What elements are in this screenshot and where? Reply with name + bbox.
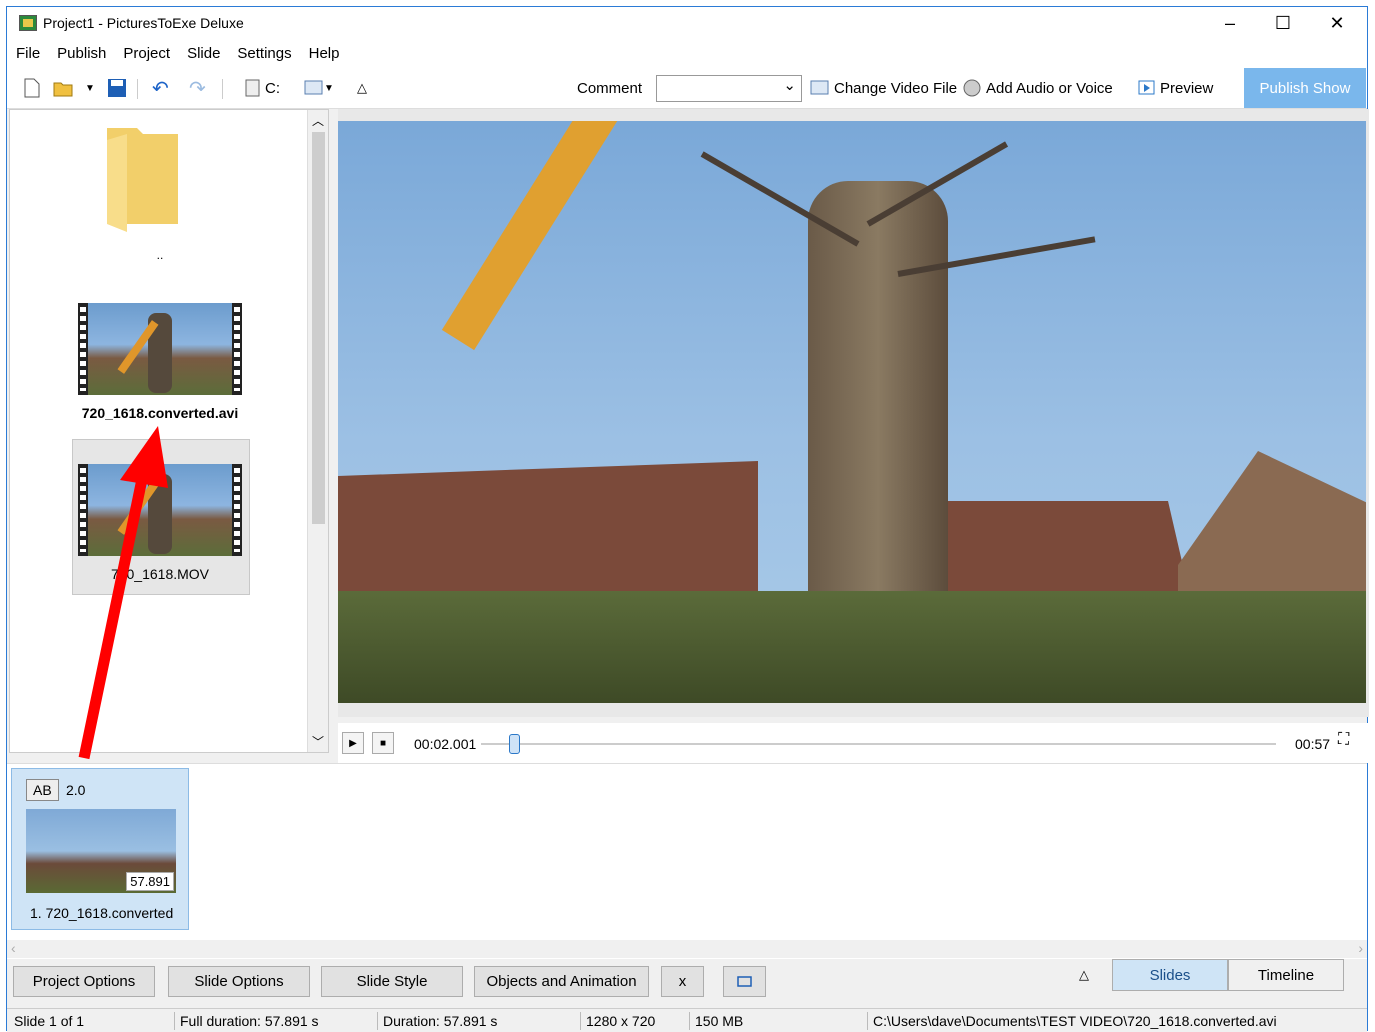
slide-list-scrollbar[interactable]: ‹ › (7, 940, 1367, 958)
slide-duration: 57.891 (126, 872, 174, 891)
slide-style-button[interactable]: Slide Style (321, 966, 463, 997)
view-mode-icon[interactable]: ▼ (304, 77, 334, 99)
toolbar: ▼ ↶ ↷ C: ▼ △ Comment Change Video File A… (7, 67, 1367, 109)
menu-publish[interactable]: Publish (57, 45, 106, 62)
preview-icon (1138, 80, 1155, 95)
preview-panel (338, 109, 1369, 717)
seek-track[interactable] (481, 743, 1276, 745)
close-button[interactable]: ✕ (1314, 7, 1360, 39)
drive-selector[interactable]: C: (245, 77, 280, 99)
menu-help[interactable]: Help (309, 45, 340, 62)
transition-icon[interactable]: AB (26, 779, 59, 801)
play-button[interactable]: ▶ (342, 732, 364, 754)
current-time: 00:02.001 (414, 736, 477, 752)
undo-icon[interactable]: ↶ (152, 77, 169, 100)
total-time: 00:57 (1295, 736, 1331, 752)
maximize-button[interactable]: ☐ (1260, 7, 1306, 39)
slide-thumbnail: 57.891 (26, 809, 176, 893)
tab-slides[interactable]: Slides (1112, 959, 1228, 991)
menu-file[interactable]: File (16, 45, 40, 62)
comment-dropdown[interactable] (656, 75, 802, 102)
status-path: C:\Users\dave\Documents\TEST VIDEO\720_1… (873, 1013, 1277, 1029)
menu-bar: File Publish Project Slide Settings Help (7, 39, 1367, 67)
tab-timeline[interactable]: Timeline (1228, 959, 1344, 991)
stop-button[interactable]: ■ (372, 732, 394, 754)
scroll-up-icon: ︿ (312, 114, 325, 128)
change-video-button[interactable]: Change Video File (810, 77, 957, 99)
close-x-button[interactable]: x (661, 966, 704, 997)
status-bar: Slide 1 of 1 Full duration: 57.891 s Dur… (7, 1008, 1367, 1032)
publish-show-button[interactable]: Publish Show (1244, 68, 1366, 108)
slide-options-button[interactable]: Slide Options (168, 966, 310, 997)
add-audio-button[interactable]: Add Audio or Voice (963, 77, 1113, 99)
menu-project[interactable]: Project (123, 45, 170, 62)
transition-duration: 2.0 (66, 782, 86, 798)
window-icon (736, 975, 752, 987)
seek-slider[interactable] (509, 734, 520, 754)
preview-button[interactable]: Preview (1138, 77, 1213, 99)
preview-image (338, 121, 1366, 703)
title-bar: Project1 - PicturesToExe Deluxe – ☐ ✕ (7, 7, 1367, 39)
player-controls: ▶ ■ 00:02.001 00:57 ⛶ (338, 723, 1369, 763)
folder-icon[interactable] (105, 124, 180, 232)
video-thumbnail (78, 464, 242, 556)
bottom-bar: Project Options Slide Options Slide Styl… (7, 959, 1367, 1009)
save-icon[interactable] (107, 77, 127, 99)
fullscreen-icon[interactable]: ⛶ (1338, 731, 1349, 749)
browser-scrollbar[interactable]: ︿ ﹀ (307, 110, 328, 752)
objects-animation-button[interactable]: Objects and Animation (474, 966, 649, 997)
video-thumbnail (78, 303, 242, 395)
file-name: 720_1618.converted.avi (81, 405, 239, 421)
menu-slide[interactable]: Slide (187, 45, 220, 62)
drive-label: C: (265, 79, 280, 97)
status-resolution: 1280 x 720 (586, 1013, 656, 1029)
status-slide: Slide 1 of 1 (14, 1013, 85, 1029)
open-dropdown-icon[interactable]: ▼ (85, 77, 95, 99)
redo-icon[interactable]: ↷ (189, 77, 206, 100)
drive-icon (245, 79, 260, 97)
status-full-duration: Full duration: 57.891 s (180, 1013, 319, 1029)
parent-folder-label: .. (156, 248, 164, 262)
video-file-icon (810, 80, 829, 95)
open-folder-icon[interactable] (53, 77, 75, 99)
slide-list: AB 2.0 57.891 1. 720_1618.converted ‹ › (7, 763, 1367, 959)
minimize-button[interactable]: – (1207, 7, 1253, 39)
status-duration: Duration: 57.891 s (383, 1013, 498, 1029)
status-size: 150 MB (695, 1013, 744, 1029)
slide-name: 1. 720_1618.converted (30, 905, 174, 921)
scroll-right-icon: › (1358, 940, 1363, 956)
comment-label: Comment (577, 79, 643, 97)
file-name: 720_1618.MOV (110, 566, 210, 582)
new-file-icon[interactable] (23, 77, 41, 99)
scroll-left-icon: ‹ (11, 940, 16, 956)
file-browser: .. 720_1618.converted.avi 720_1618.MOV ︿… (9, 109, 329, 753)
file-item[interactable]: 720_1618.MOV (70, 464, 250, 582)
audio-icon (963, 79, 981, 97)
collapse-toggle-icon[interactable]: △ (357, 77, 367, 99)
window-title: Project1 - PicturesToExe Deluxe (43, 15, 244, 31)
slide-card[interactable]: AB 2.0 57.891 1. 720_1618.converted (11, 768, 189, 930)
project-options-button[interactable]: Project Options (13, 966, 155, 997)
scroll-thumb[interactable] (312, 132, 325, 524)
main-window: Project1 - PicturesToExe Deluxe – ☐ ✕ Fi… (6, 6, 1369, 1032)
menu-settings[interactable]: Settings (237, 45, 291, 62)
file-item[interactable]: 720_1618.converted.avi (70, 303, 250, 421)
collapse-panel-icon[interactable]: △ (1079, 967, 1089, 983)
view-toggle-button[interactable] (723, 966, 766, 997)
app-icon (19, 15, 37, 31)
scroll-down-icon: ﹀ (312, 735, 325, 749)
